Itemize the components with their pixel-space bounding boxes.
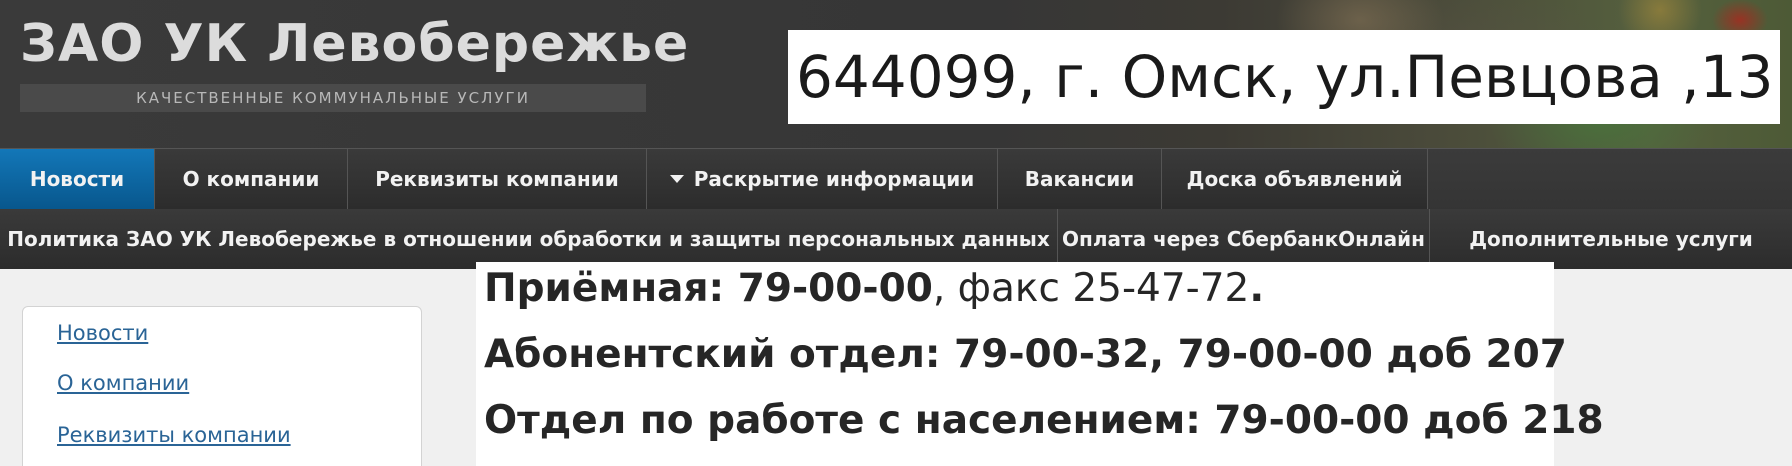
nav-item-news[interactable]: Новости: [0, 149, 155, 209]
nav-item-label: Раскрытие информации: [693, 167, 975, 191]
fax-number: , факс 25-47-72: [932, 266, 1250, 311]
nav-item-vacancies[interactable]: Вакансии: [998, 149, 1162, 209]
sidebar-link-news[interactable]: Новости: [57, 321, 148, 345]
sidebar-menu: Новости О компании Реквизиты компании: [22, 306, 422, 466]
nav-item-label: Новости: [29, 167, 125, 191]
nav-item-label: Реквизиты компании: [375, 167, 619, 191]
nav-item-disclosure[interactable]: Раскрытие информации: [647, 149, 998, 209]
sidebar-link-about[interactable]: О компании: [57, 371, 189, 395]
fax-period: .: [1249, 266, 1265, 311]
address-banner: 644099, г. Омск, ул.Певцова ,13: [788, 30, 1780, 124]
nav-item-label: Доска объявлений: [1186, 167, 1403, 191]
nav-item-about[interactable]: О компании: [155, 149, 348, 209]
page: ЗАО УК Левобережье КАЧЕСТВЕННЫЕ КОММУНАЛ…: [0, 0, 1792, 466]
nav-item-label: Вакансии: [1024, 167, 1135, 191]
nav-item-bulletin-board[interactable]: Доска объявлений: [1162, 149, 1428, 209]
sidebar-link-requisites[interactable]: Реквизиты компании: [57, 423, 291, 447]
contacts-box: Приёмная: 79-00-00, факс 25-47-72. Абоне…: [476, 262, 1604, 466]
site-header: ЗАО УК Левобережье КАЧЕСТВЕННЫЕ КОММУНАЛ…: [0, 0, 1792, 148]
nav-item-requisites[interactable]: Реквизиты компании: [348, 149, 647, 209]
reception-phone-line: Приёмная: 79-00-00, факс 25-47-72.: [484, 266, 1264, 311]
caret-down-icon: [669, 174, 684, 183]
subscriber-department: Абонентский отдел: 79-00-32, 79-00-00 до…: [484, 332, 1567, 377]
population-department-line: Отдел по работе с населением: 79-00-00 д…: [484, 398, 1604, 443]
nav-row-2: Политика ЗАО УК Левобережье в отношении …: [0, 209, 1792, 269]
site-title[interactable]: ЗАО УК Левобережье: [20, 14, 689, 74]
site-tagline: КАЧЕСТВЕННЫЕ КОММУНАЛЬНЫЕ УСЛУГИ: [20, 84, 646, 112]
nav-item-privacy-policy[interactable]: Политика ЗАО УК Левобережье в отношении …: [0, 209, 1058, 269]
nav-item-label: Оплата через СбербанкОнлайн: [1062, 227, 1425, 251]
reception-phone: Приёмная: 79-00-00: [484, 266, 933, 311]
nav-item-extra-services[interactable]: Дополнительные услуги: [1430, 209, 1792, 269]
nav-item-label: Дополнительные услуги: [1469, 227, 1753, 251]
nav-row-1: Новости О компании Реквизиты компании Ра…: [0, 149, 1428, 209]
subscriber-department-line: Абонентский отдел: 79-00-32, 79-00-00 до…: [484, 332, 1567, 377]
nav-item-sberbank-payment[interactable]: Оплата через СбербанкОнлайн: [1058, 209, 1430, 269]
nav-item-label: О компании: [182, 167, 320, 191]
population-department: Отдел по работе с населением: 79-00-00 д…: [484, 398, 1604, 443]
nav-item-label: Политика ЗАО УК Левобережье в отношении …: [7, 227, 1050, 251]
main-navigation: Новости О компании Реквизиты компании Ра…: [0, 148, 1792, 269]
